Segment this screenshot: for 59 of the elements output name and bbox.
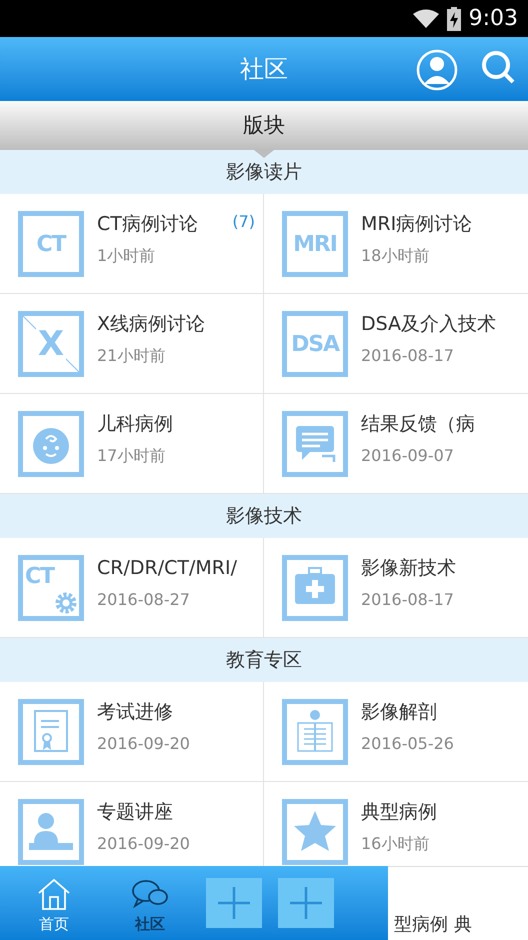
tile-icon: DSA — [282, 311, 348, 377]
last-update-time: 2016-09-20 — [97, 833, 191, 855]
section-header: 影像读片 — [0, 150, 528, 194]
board-name: 结果反馈（病 — [361, 412, 475, 437]
last-update-time: 21小时前 — [97, 345, 166, 367]
forum-board-tile[interactable]: X X线病例讨论 21小时前 — [0, 294, 264, 394]
board-name: 影像新技术 — [361, 556, 456, 581]
clock: 9:03 — [468, 5, 518, 33]
board-name: 典型病例 — [361, 800, 437, 825]
battery-icon — [446, 6, 461, 30]
forum-board-tile[interactable]: 考试进修 2016-09-20 — [0, 682, 264, 782]
board-name: DSA及介入技术 — [361, 312, 496, 337]
forum-board-tile[interactable]: CT CT病例讨论 (7) 1小时前 — [0, 194, 264, 294]
last-update-time: 2016-08-17 — [361, 345, 455, 367]
nav-tab[interactable]: 首页 — [14, 870, 94, 936]
last-update-time: 18小时前 — [361, 245, 430, 267]
profile-icon[interactable] — [416, 49, 458, 91]
last-update-time: 2016-09-20 — [97, 733, 191, 755]
last-update-time: 17小时前 — [97, 445, 166, 467]
fragment-text: 典 — [454, 913, 472, 937]
pointer-icon — [254, 150, 274, 158]
tile-icon: X — [18, 311, 84, 377]
x-ray-person-icon — [282, 699, 348, 765]
certificate-icon — [18, 699, 84, 765]
baby-icon — [18, 411, 84, 477]
board-name: 影像解剖 — [361, 700, 437, 725]
forum-board-tile[interactable]: CT CR/DR/CT/MRI/ 2016-08-27 — [0, 538, 264, 638]
chat-icon — [282, 411, 348, 477]
board-name: CR/DR/CT/MRI/ — [97, 556, 237, 581]
last-update-time: 2016-08-17 — [361, 589, 455, 611]
fragment-text: 型病例 — [394, 913, 448, 937]
wifi-icon — [412, 8, 439, 28]
board-name: 专题讲座 — [97, 800, 173, 825]
tile-icon: CT — [18, 555, 84, 621]
search-icon[interactable] — [480, 49, 516, 85]
board-name: X线病例讨论 — [97, 312, 206, 337]
section-header: 教育专区 — [0, 638, 528, 682]
board-name: 考试进修 — [97, 700, 173, 725]
medical-kit-icon — [282, 555, 348, 621]
last-update-time: 16小时前 — [361, 833, 430, 855]
last-update-time: 2016-09-07 — [361, 445, 455, 467]
tile-icon: MRI — [282, 211, 348, 277]
tile-icon: CT — [18, 211, 84, 277]
section-header: 影像技术 — [0, 494, 528, 538]
home-icon — [36, 876, 72, 911]
plus-icon — [216, 885, 252, 921]
post-count: (7) — [232, 211, 255, 233]
last-update-time: 2016-08-27 — [97, 589, 191, 611]
plus-icon — [288, 885, 324, 921]
forum-board-tile[interactable]: 儿科病例 17小时前 — [0, 394, 264, 494]
last-update-time: 2016-05-26 — [361, 733, 455, 755]
last-update-time: 1小时前 — [97, 245, 156, 267]
board-name: 儿科病例 — [97, 412, 173, 437]
page-title: 社区 — [240, 54, 288, 85]
board-name: CT病例讨论 — [97, 212, 198, 237]
lecturer-icon — [18, 799, 84, 865]
add-button[interactable] — [206, 878, 262, 928]
board-name: MRI病例讨论 — [361, 212, 472, 237]
add-button[interactable] — [278, 878, 334, 928]
